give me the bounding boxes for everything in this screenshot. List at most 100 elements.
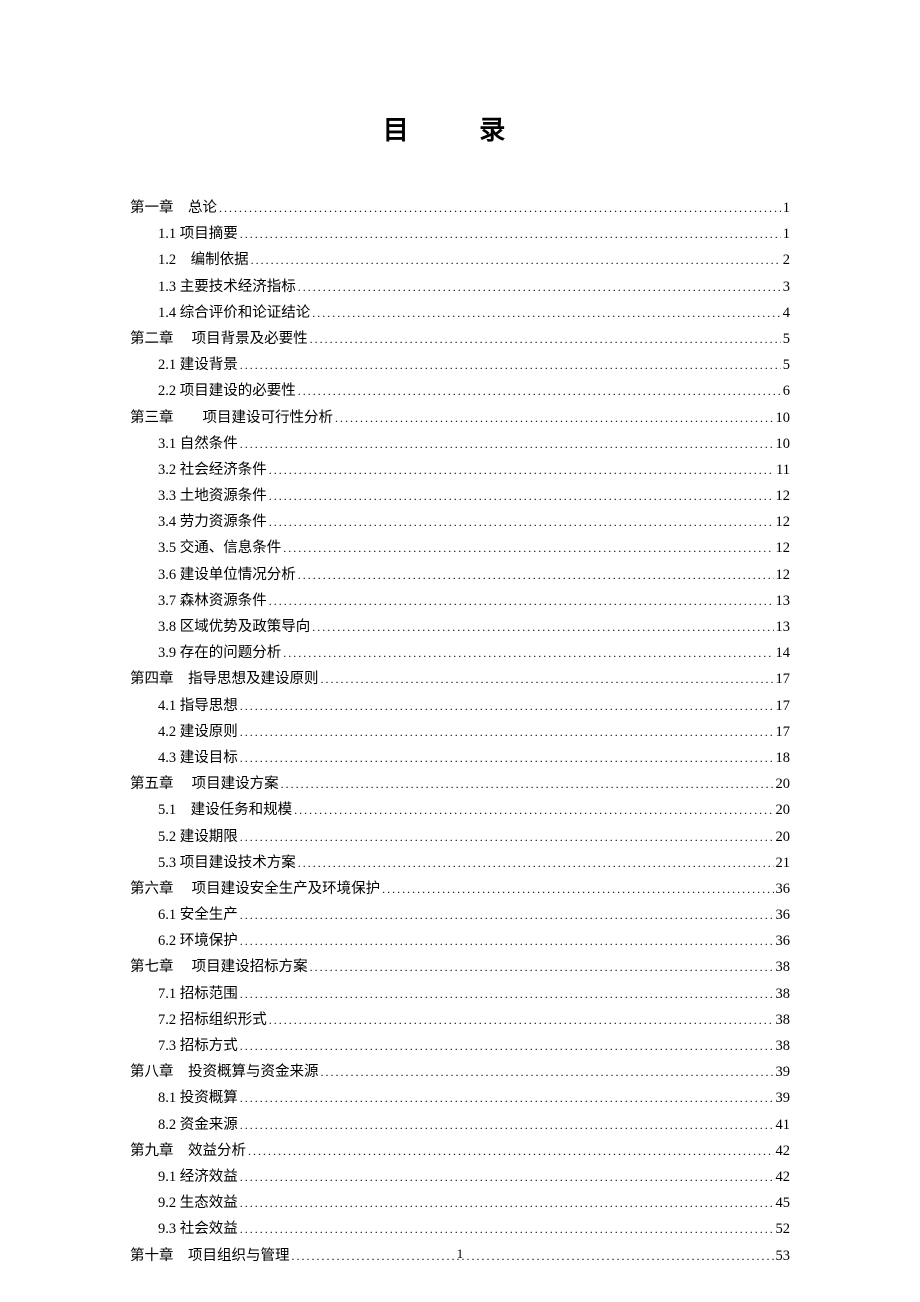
- toc-leader-dots: [240, 1035, 774, 1058]
- toc-entry-page: 5: [783, 354, 790, 377]
- toc-entry: 3.3 土地资源条件12: [130, 485, 790, 508]
- toc-entry-label: 3.1 自然条件: [158, 433, 238, 456]
- toc-entry-label: 第九章 效益分析: [130, 1140, 246, 1163]
- toc-leader-dots: [269, 1009, 774, 1032]
- toc-leader-dots: [283, 642, 773, 665]
- toc-entry-page: 36: [776, 904, 791, 927]
- toc-entry-label: 4.3 建设目标: [158, 747, 238, 770]
- toc-entry: 5.1 建设任务和规模20: [130, 799, 790, 822]
- toc-entry: 1.4 综合评价和论证结论4: [130, 302, 790, 325]
- toc-entry-page: 1: [783, 197, 790, 220]
- toc-entry: 7.3 招标方式38: [130, 1035, 790, 1058]
- toc-entry: 4.2 建设原则17: [130, 721, 790, 744]
- toc-entry-label: 第八章 投资概算与资金来源: [130, 1061, 319, 1084]
- toc-entry: 第二章 项目背景及必要性 5: [130, 328, 790, 351]
- toc-entry-page: 5: [783, 328, 790, 351]
- toc-leader-dots: [321, 668, 774, 691]
- toc-entry-label: 3.9 存在的问题分析: [158, 642, 281, 665]
- toc-entry: 3.2 社会经济条件11: [130, 459, 790, 482]
- toc-leader-dots: [240, 1192, 774, 1215]
- toc-entry-label: 第六章 项目建设安全生产及环境保护: [130, 878, 380, 901]
- toc-entry-label: 2.1 建设背景: [158, 354, 238, 377]
- toc-entry-page: 36: [776, 878, 791, 901]
- toc-entry: 7.1 招标范围 38: [130, 983, 790, 1006]
- toc-entry-label: 4.1 指导思想: [158, 695, 238, 718]
- toc-leader-dots: [240, 1166, 774, 1189]
- toc-entry-page: 42: [776, 1140, 791, 1163]
- toc-entry: 第六章 项目建设安全生产及环境保护 36: [130, 878, 790, 901]
- toc-leader-dots: [240, 223, 781, 246]
- toc-entry: 6.1 安全生产 36: [130, 904, 790, 927]
- toc-entry-page: 38: [776, 956, 791, 979]
- toc-entry-label: 第二章 项目背景及必要性: [130, 328, 308, 351]
- toc-entry-page: 3: [783, 276, 790, 299]
- toc-leader-dots: [240, 904, 774, 927]
- toc-entry-page: 20: [776, 799, 791, 822]
- toc-entry-page: 1: [783, 223, 790, 246]
- toc-entry-page: 17: [776, 721, 791, 744]
- toc-leader-dots: [294, 799, 773, 822]
- toc-entry: 9.3 社会效益52: [130, 1218, 790, 1241]
- toc-entry: 第一章 总论 1: [130, 197, 790, 220]
- toc-entry-label: 第三章 项目建设可行性分析: [130, 407, 333, 430]
- toc-entry-page: 12: [776, 511, 791, 534]
- toc-entry-page: 10: [776, 433, 791, 456]
- toc-entry-page: 39: [776, 1087, 791, 1110]
- toc-leader-dots: [240, 1087, 774, 1110]
- toc-entry-label: 第七章 项目建设招标方案: [130, 956, 308, 979]
- toc-leader-dots: [310, 328, 781, 351]
- toc-entry-label: 8.1 投资概算: [158, 1087, 238, 1110]
- toc-entry-label: 第一章 总论: [130, 197, 217, 220]
- toc-leader-dots: [269, 485, 774, 508]
- toc-leader-dots: [240, 1114, 774, 1137]
- toc-leader-dots: [219, 197, 781, 220]
- toc-entry-label: 5.3 项目建设技术方案: [158, 852, 296, 875]
- toc-entry-label: 1.1 项目摘要: [158, 223, 238, 246]
- toc-entry-page: 12: [776, 564, 791, 587]
- toc-entry-label: 第四章 指导思想及建设原则: [130, 668, 319, 691]
- toc-leader-dots: [298, 852, 774, 875]
- toc-entry: 9.2 生态效益 45: [130, 1192, 790, 1215]
- toc-entry-page: 12: [776, 537, 791, 560]
- page-number: 1: [0, 1246, 920, 1262]
- toc-entry-label: 8.2 资金来源: [158, 1114, 238, 1137]
- toc-entry-page: 14: [776, 642, 791, 665]
- toc-leader-dots: [240, 433, 774, 456]
- toc-entry: 6.2 环境保护36: [130, 930, 790, 953]
- toc-entry-page: 39: [776, 1061, 791, 1084]
- toc-entry-label: 7.1 招标范围: [158, 983, 238, 1006]
- toc-entry-page: 38: [776, 983, 791, 1006]
- toc-entry-page: 41: [776, 1114, 791, 1137]
- toc-entry-label: 7.3 招标方式: [158, 1035, 238, 1058]
- toc-entry: 第八章 投资概算与资金来源 39: [130, 1061, 790, 1084]
- toc-leader-dots: [269, 590, 774, 613]
- toc-entry: 3.6 建设单位情况分析12: [130, 564, 790, 587]
- toc-entry-page: 42: [776, 1166, 791, 1189]
- toc-leader-dots: [269, 511, 774, 534]
- toc-leader-dots: [283, 537, 773, 560]
- toc-entry-label: 5.2 建设期限: [158, 826, 238, 849]
- toc-entry-label: 1.3 主要技术经济指标: [158, 276, 296, 299]
- toc-entry-page: 12: [776, 485, 791, 508]
- toc-leader-dots: [298, 276, 781, 299]
- toc-entry-label: 9.2 生态效益: [158, 1192, 238, 1215]
- toc-entry-page: 17: [776, 668, 791, 691]
- toc-entry-page: 11: [776, 459, 790, 482]
- toc-entry-page: 4: [783, 302, 790, 325]
- toc-entry-page: 2: [783, 249, 790, 272]
- toc-entry: 第九章 效益分析 42: [130, 1140, 790, 1163]
- toc-entry-page: 20: [776, 773, 791, 796]
- toc-entry-label: 3.8 区域优势及政策导向: [158, 616, 310, 639]
- toc-leader-dots: [240, 747, 774, 770]
- toc-entry-page: 36: [776, 930, 791, 953]
- toc-entry: 5.2 建设期限20: [130, 826, 790, 849]
- toc-entry-label: 6.1 安全生产: [158, 904, 238, 927]
- toc-entry-page: 45: [776, 1192, 791, 1215]
- toc-entry-label: 第五章 项目建设方案: [130, 773, 279, 796]
- toc-leader-dots: [269, 459, 774, 482]
- toc-entry-label: 3.7 森林资源条件: [158, 590, 267, 613]
- toc-entry-label: 9.1 经济效益: [158, 1166, 238, 1189]
- toc-entry: 第五章 项目建设方案 20: [130, 773, 790, 796]
- toc-entry-label: 3.4 劳力资源条件: [158, 511, 267, 534]
- toc-leader-dots: [240, 695, 774, 718]
